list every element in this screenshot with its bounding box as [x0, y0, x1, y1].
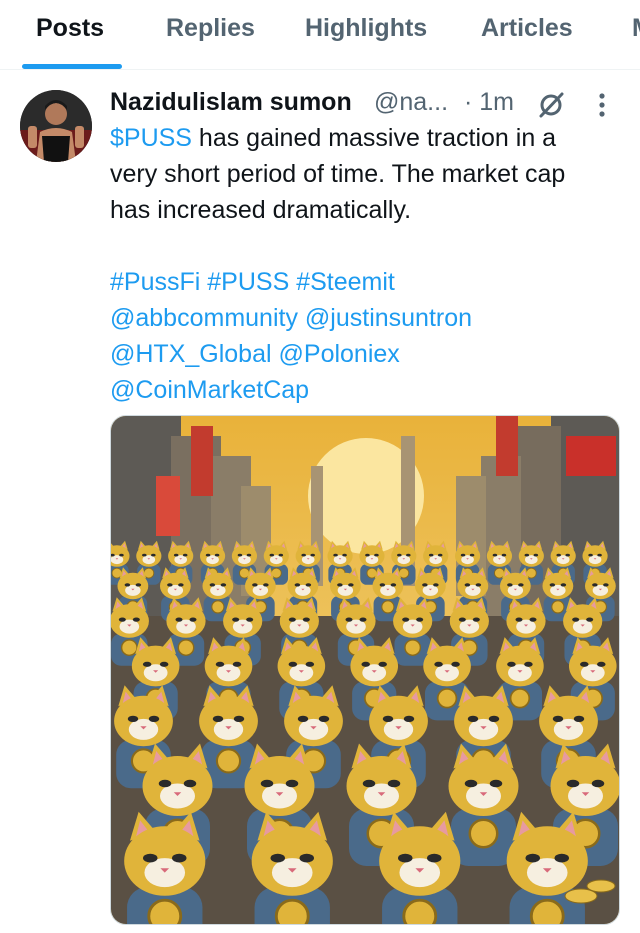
- hashtag-pussfi[interactable]: #PussFi: [110, 268, 200, 296]
- profile-tabs: Posts Replies Highlights Articles M: [0, 0, 640, 70]
- mention-abbcommunity[interactable]: @abbcommunity: [110, 304, 298, 332]
- active-tab-indicator: [22, 64, 122, 69]
- avatar[interactable]: [20, 90, 92, 162]
- post-text-line-1: has gained massive traction in a: [191, 124, 557, 152]
- author-handle[interactable]: @na...: [374, 86, 448, 118]
- mention-coinmarketcap[interactable]: @CoinMarketCap: [110, 376, 309, 404]
- tab-replies[interactable]: Replies: [166, 14, 255, 43]
- tab-articles[interactable]: Articles: [481, 14, 573, 43]
- cashtag-link[interactable]: $PUSS: [110, 124, 192, 152]
- post-text-line-2: very short period of time. The market ca…: [110, 160, 566, 188]
- mention-poloniex[interactable]: @Poloniex: [279, 340, 400, 368]
- tab-media[interactable]: M: [632, 14, 640, 43]
- post-text-line-3: has increased dramatically.: [110, 196, 412, 224]
- mention-htx-global[interactable]: @HTX_Global: [110, 340, 272, 368]
- post-text: $PUSS has gained massive traction in a v…: [110, 120, 620, 408]
- hashtag-puss[interactable]: #PUSS: [207, 268, 289, 296]
- tab-highlights[interactable]: Highlights: [305, 14, 427, 43]
- tab-posts[interactable]: Posts: [36, 14, 104, 43]
- hashtag-steemit[interactable]: #Steemit: [296, 268, 395, 296]
- mention-justinsuntron[interactable]: @justinsuntron: [305, 304, 472, 332]
- more-vertical-icon[interactable]: [594, 92, 610, 120]
- post-timestamp[interactable]: · 1m: [464, 86, 514, 118]
- grok-icon[interactable]: [536, 90, 566, 120]
- author-name[interactable]: Nazidulislam sumon: [110, 86, 352, 118]
- post-image[interactable]: [110, 415, 620, 925]
